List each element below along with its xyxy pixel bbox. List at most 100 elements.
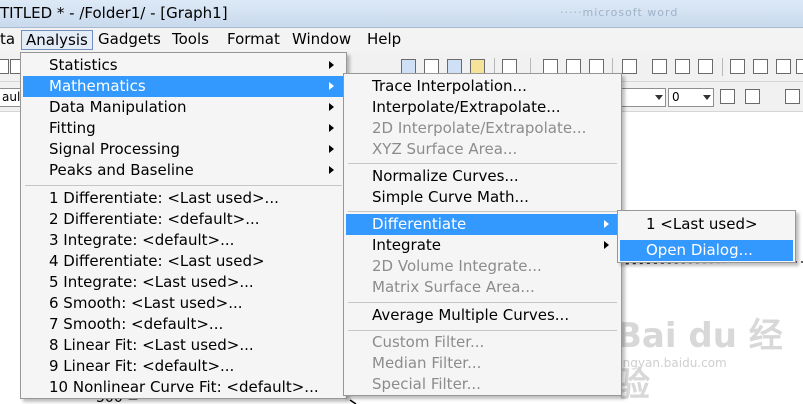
menu-item-2d-interpolate: 2D Interpolate/Extrapolate...: [346, 118, 619, 139]
chevron-down-icon: [703, 95, 711, 100]
menu-data[interactable]: ta: [0, 30, 19, 50]
layout-icon[interactable]: [652, 59, 667, 74]
title-watermark: ·····microsoft word: [560, 6, 679, 19]
mathematics-submenu: Trace Interpolation... Interpolate/Extra…: [343, 73, 622, 396]
fill-icon[interactable]: [720, 89, 735, 104]
menu-item-label: Peaks and Baseline: [49, 161, 194, 179]
menu-item-label: Special Filter...: [372, 375, 481, 393]
menu-item-differentiate[interactable]: Differentiate: [346, 214, 619, 235]
menu-format[interactable]: Format: [223, 30, 284, 50]
menu-item-label: 8 Linear Fit: <Last used>...: [49, 336, 254, 354]
menu-item-2d-volume-integrate: 2D Volume Integrate...: [346, 256, 619, 277]
menu-item-special-filter: Special Filter...: [346, 374, 619, 395]
menu-item-label: Mathematics: [49, 77, 146, 95]
menu-bar: ta Analysis Gadgets Tools Format Window …: [0, 28, 803, 52]
chevron-right-icon: [329, 103, 334, 111]
menu-item-simple-curve-math[interactable]: Simple Curve Math...: [346, 187, 619, 208]
menu-item-recent-4[interactable]: 4 Differentiate: <Last used>: [23, 251, 344, 272]
window-title: TITLED * - /Folder1/ - [Graph1]: [0, 4, 228, 22]
toolbar-icon[interactable]: [589, 59, 604, 74]
menu-item-recent-5[interactable]: 5 Integrate: <Last used>...: [23, 272, 344, 293]
menu-item-diff-last-used[interactable]: 1 <Last used>: [620, 214, 793, 235]
toolbar-icon[interactable]: [796, 59, 803, 74]
toolbar-separator: [722, 58, 723, 76]
menu-item-data-manipulation[interactable]: Data Manipulation: [23, 97, 344, 118]
menu-item-recent-2[interactable]: 2 Differentiate: <default>...: [23, 209, 344, 230]
menu-item-label: Matrix Surface Area...: [372, 278, 535, 296]
menu-item-recent-9[interactable]: 9 Linear Fit: <default>...: [23, 356, 344, 377]
layout-icon[interactable]: [698, 59, 713, 74]
layout-icon[interactable]: [675, 59, 690, 74]
menu-item-recent-1[interactable]: 1 Differentiate: <Last used>...: [23, 188, 344, 209]
number-combo[interactable]: 0: [668, 88, 714, 107]
menu-item-label: Data Manipulation: [49, 98, 187, 116]
graph-icon[interactable]: [401, 59, 416, 74]
number-combo-value: 0: [672, 90, 680, 104]
menu-item-statistics[interactable]: Statistics: [23, 55, 344, 76]
chevron-right-icon: [329, 82, 334, 90]
menu-item-recent-3[interactable]: 3 Integrate: <default>...: [23, 230, 344, 251]
title-bar: TITLED * - /Folder1/ - [Graph1] ·····mic…: [0, 0, 803, 28]
menu-item-label: 3 Integrate: <default>...: [49, 231, 235, 249]
toolbar-icon[interactable]: [785, 89, 800, 104]
toolbar-icon[interactable]: [0, 59, 9, 74]
menu-item-fitting[interactable]: Fitting: [23, 118, 344, 139]
menu-item-label: 1 <Last used>: [646, 215, 758, 233]
menu-item-label: Median Filter...: [372, 354, 482, 372]
menu-item-recent-7[interactable]: 7 Smooth: <default>...: [23, 314, 344, 335]
menu-help[interactable]: Help: [363, 30, 405, 50]
menu-separator: [348, 302, 617, 303]
menu-item-open-dialog[interactable]: Open Dialog...: [620, 240, 793, 261]
menu-item-peaks-baseline[interactable]: Peaks and Baseline: [23, 160, 344, 181]
toolbar-icon[interactable]: [753, 59, 768, 74]
menu-item-recent-6[interactable]: 6 Smooth: <Last used>...: [23, 293, 344, 314]
menu-item-recent-8[interactable]: 8 Linear Fit: <Last used>...: [23, 335, 344, 356]
analysis-menu: Statistics Mathematics Data Manipulation…: [20, 52, 347, 399]
menu-item-mathematics[interactable]: Mathematics: [23, 76, 344, 97]
menu-gadgets[interactable]: Gadgets: [94, 30, 165, 50]
menu-item-label: Normalize Curves...: [372, 167, 519, 185]
gadget-icon[interactable]: [470, 59, 485, 74]
menu-item-label: 5 Integrate: <Last used>...: [49, 273, 254, 291]
menu-item-label: 4 Differentiate: <Last used>: [49, 252, 265, 270]
menu-item-interpolate-extrapolate[interactable]: Interpolate/Extrapolate...: [346, 97, 619, 118]
layout-icon[interactable]: [447, 59, 462, 74]
menu-tools[interactable]: Tools: [168, 30, 213, 50]
font-combo[interactable]: aul: [0, 88, 22, 107]
menu-item-integrate[interactable]: Integrate: [346, 235, 619, 256]
menu-item-label: Custom Filter...: [372, 333, 485, 351]
toolbar-icon[interactable]: [776, 59, 791, 74]
menu-item-trace-interpolation[interactable]: Trace Interpolation...: [346, 76, 619, 97]
menu-separator: [25, 185, 342, 186]
zoom-in-icon[interactable]: [543, 59, 558, 74]
menu-item-label: Differentiate: [372, 215, 467, 233]
menu-window[interactable]: Window: [288, 30, 355, 50]
menu-item-label: 2D Volume Integrate...: [372, 257, 542, 275]
menu-item-normalize-curves[interactable]: Normalize Curves...: [346, 166, 619, 187]
menu-analysis[interactable]: Analysis: [21, 30, 93, 50]
menu-item-recent-10[interactable]: 10 Nonlinear Curve Fit: <default>...: [23, 377, 344, 398]
menu-item-label: Interpolate/Extrapolate...: [372, 98, 561, 116]
zoom-out-icon[interactable]: [566, 59, 581, 74]
menu-item-label: Integrate: [372, 236, 442, 254]
toolbar-icon[interactable]: [730, 59, 745, 74]
baidu-watermark: Bai du 经验 jingyan.baidu.com: [616, 308, 796, 404]
menu-item-label: Average Multiple Curves...: [372, 306, 570, 324]
menu-item-matrix-surface-area: Matrix Surface Area...: [346, 277, 619, 298]
worksheet-icon[interactable]: [424, 59, 439, 74]
menu-item-label: Statistics: [49, 56, 118, 74]
chevron-right-icon: [604, 241, 609, 249]
menu-item-xyz-surface-area: XYZ Surface Area...: [346, 139, 619, 160]
menu-separator: [348, 163, 617, 164]
toolbar-icon[interactable]: [502, 59, 517, 74]
menu-item-label: 1 Differentiate: <Last used>...: [49, 189, 279, 207]
menu-item-label: XYZ Surface Area...: [372, 140, 518, 158]
watermark-url: jingyan.baidu.com: [616, 356, 727, 370]
border-icon[interactable]: [745, 89, 760, 104]
menu-item-label: Signal Processing: [49, 140, 180, 158]
menu-item-label: Simple Curve Math...: [372, 188, 529, 206]
menu-item-label: 2D Interpolate/Extrapolate...: [372, 119, 587, 137]
menu-item-average-multiple-curves[interactable]: Average Multiple Curves...: [346, 305, 619, 326]
toolbar-icon[interactable]: [622, 59, 637, 74]
menu-item-signal-processing[interactable]: Signal Processing: [23, 139, 344, 160]
